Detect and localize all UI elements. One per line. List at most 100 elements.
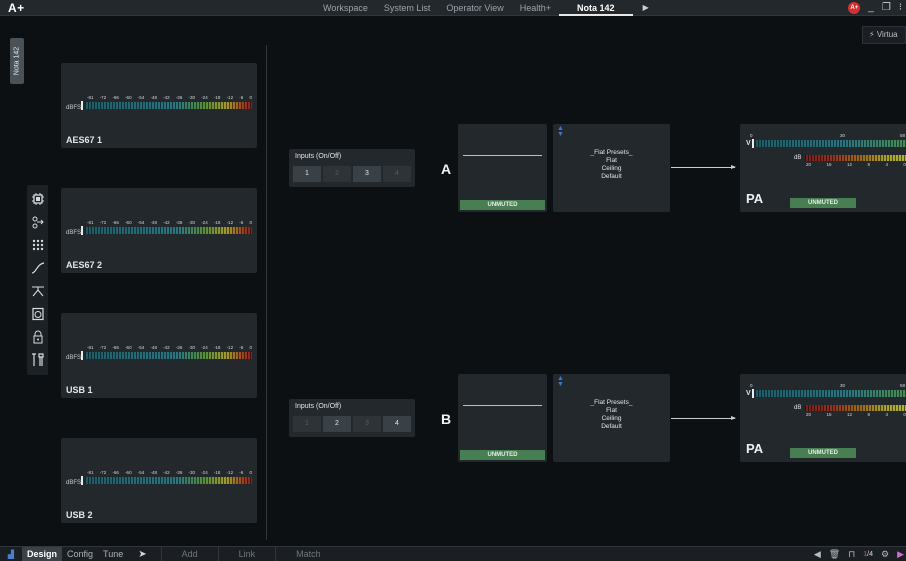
preset-item[interactable]: Ceiling — [553, 165, 670, 173]
input-toggle-1[interactable]: 1 — [293, 416, 321, 432]
mode-design[interactable]: Design — [22, 546, 63, 561]
signal-wire — [671, 418, 735, 419]
restore-icon[interactable]: ❐ — [882, 0, 891, 16]
meter-scale: -81 -72 -66 -60 -54 -48 -42 -36 -30 -24 -18 -12 -6 0 — [87, 345, 252, 350]
close-icon[interactable]: ⁝ — [899, 0, 902, 16]
source-card-usb-2[interactable]: -81 -72 -66 -60 -54 -48 -42 -36 -30 -24 -18 -12 -6 0 … — [61, 438, 257, 523]
expand-triangle-icon[interactable]: ▶ — [897, 549, 904, 560]
output-mute-status[interactable]: UNMUTED — [790, 198, 856, 208]
settings-gear-icon[interactable]: ⚙ — [881, 549, 889, 560]
peak-marker — [81, 351, 83, 360]
tool-palette — [27, 185, 48, 375]
output-mute-status[interactable]: UNMUTED — [790, 448, 856, 458]
peak-marker — [81, 476, 83, 485]
bottom-status: ◀ 🗑 ⊓ 1/4 ⚙ ▶ — [814, 547, 906, 561]
output-block-b[interactable]: 0 30 58 V dB 20 16 12 8 4 0 PA UNMUTED — [740, 374, 906, 462]
db-scale: 20 16 12 8 4 0 — [806, 162, 906, 167]
preset-item[interactable]: _Flat Presets_ — [553, 149, 670, 157]
inputs-onoff-a: Inputs (On/Off) 1 2 3 4 — [289, 149, 415, 187]
input-toggle-3[interactable]: 3 — [353, 416, 381, 432]
sort-arrows-icon[interactable]: ▲ ▼ — [557, 125, 564, 138]
link-button[interactable]: Link — [217, 546, 276, 561]
virtual-button[interactable]: ⚡ Virtua — [862, 26, 906, 44]
channel-letter: B — [441, 411, 452, 427]
gain-reduction-meter — [805, 405, 906, 411]
lock-icon[interactable] — [30, 329, 46, 345]
panel-divider[interactable] — [266, 45, 267, 540]
input-toggle-2[interactable]: 2 — [323, 166, 351, 182]
output-block-a[interactable]: 0 30 58 V dB 20 16 12 8 4 0 PA UNMUTED — [740, 124, 906, 212]
levels-icon[interactable]: ▟ — [0, 550, 22, 559]
delay-icon[interactable] — [30, 283, 46, 299]
preset-item[interactable]: Default — [553, 173, 670, 181]
cursor-icon[interactable]: ➤ — [128, 549, 160, 560]
minimize-icon[interactable]: _ — [868, 0, 874, 16]
processor-icon[interactable] — [30, 191, 46, 207]
input-toggle-3[interactable]: 3 — [353, 166, 381, 182]
mode-config[interactable]: Config — [62, 547, 98, 561]
source-card-aes67-1[interactable]: -81 -72 -66 -60 -54 -48 -42 -36 -30 -24 -18 -12 -6 0 … — [61, 63, 257, 148]
curve-icon[interactable] — [30, 260, 46, 276]
arrow-head-icon — [731, 164, 736, 169]
app-logo[interactable]: A+ — [8, 1, 25, 15]
preset-item[interactable]: _Flat Presets_ — [553, 399, 670, 407]
play-icon[interactable]: ▶ — [643, 0, 649, 16]
tab-workspace[interactable]: Workspace — [315, 0, 376, 16]
grid-icon[interactable] — [30, 237, 46, 253]
mute-block-b[interactable]: UNMUTED — [458, 374, 547, 462]
signal-wire — [671, 167, 735, 168]
preset-block-b[interactable]: ▲ ▼ _Flat Presets_ Flat Ceiling Default — [553, 374, 670, 462]
output-name: PA — [746, 441, 764, 456]
preset-item[interactable]: Ceiling — [553, 415, 670, 423]
device-count: 1/4 — [863, 551, 873, 558]
input-toggle-4[interactable]: 4 — [383, 166, 411, 182]
voltage-label: V — [746, 390, 751, 397]
add-button[interactable]: Add — [160, 546, 218, 561]
sort-arrows-icon[interactable]: ▲ ▼ — [557, 375, 564, 388]
speaker-icon[interactable] — [30, 306, 46, 322]
source-card-usb-1[interactable]: -81 -72 -66 -60 -54 -48 -42 -36 -30 -24 -18 -12 -6 0 … — [61, 313, 257, 398]
tab-system-list[interactable]: System List — [376, 0, 439, 16]
input-toggle-1[interactable]: 1 — [293, 166, 321, 182]
peak-marker — [81, 101, 83, 110]
mute-status[interactable]: UNMUTED — [460, 200, 545, 210]
source-card-aes67-2[interactable]: -81 -72 -66 -60 -54 -48 -42 -36 -30 -24 -18 -12 -6 0 … — [61, 188, 257, 273]
mode-tune[interactable]: Tune — [98, 547, 128, 561]
preset-item[interactable]: Flat — [553, 407, 670, 415]
db-scale: 20 16 12 8 4 0 — [806, 412, 906, 417]
source-name: AES67 2 — [66, 260, 103, 270]
meter-scale: -81 -72 -66 -60 -54 -48 -42 -36 -30 -24 -18 -12 -6 0 — [87, 470, 252, 475]
meter-unit: dBFS — [66, 105, 82, 111]
tab-operator-view[interactable]: Operator View — [438, 0, 511, 16]
match-button[interactable]: Match — [275, 546, 341, 561]
preset-block-a[interactable]: ▲ ▼ _Flat Presets_ Flat Ceiling Default — [553, 124, 670, 212]
mute-status[interactable]: UNMUTED — [460, 450, 545, 460]
mute-block-a[interactable]: UNMUTED — [458, 124, 547, 212]
preset-list: _Flat Presets_ Flat Ceiling Default — [553, 399, 670, 431]
meter-unit: dBFS — [66, 480, 82, 486]
tools-icon[interactable] — [30, 352, 46, 368]
source-name: USB 2 — [66, 510, 93, 520]
voltage-label: V — [746, 140, 751, 147]
alert-icon[interactable]: A+ — [848, 2, 861, 14]
unlock-icon[interactable]: ⊓ — [848, 549, 855, 560]
voltage-meter — [755, 390, 906, 397]
output-name: PA — [746, 191, 764, 206]
meter-scale: -81 -72 -66 -60 -54 -48 -42 -36 -30 -24 -18 -12 -6 0 — [87, 220, 252, 225]
level-meter — [85, 352, 252, 359]
tab-nota-142[interactable]: Nota 142 — [559, 0, 633, 16]
speaker-mute-icon[interactable]: ◀ — [814, 549, 821, 560]
tab-health[interactable]: Health+ — [512, 0, 559, 16]
routing-icon[interactable] — [30, 214, 46, 230]
preset-item[interactable]: Default — [553, 423, 670, 431]
top-navigation: Workspace System List Operator View Heal… — [315, 0, 649, 16]
input-toggle-4[interactable]: 4 — [383, 416, 411, 432]
trash-icon[interactable]: 🗑 — [829, 549, 840, 560]
peak-marker — [752, 389, 754, 398]
device-vertical-tab[interactable]: Nota 142 — [10, 38, 24, 84]
input-toggle-2[interactable]: 2 — [323, 416, 351, 432]
meter-unit: dBFS — [66, 355, 82, 361]
top-bar: A+ Workspace System List Operator View H… — [0, 0, 906, 16]
db-label: dB — [794, 155, 802, 161]
preset-item[interactable]: Flat — [553, 157, 670, 165]
